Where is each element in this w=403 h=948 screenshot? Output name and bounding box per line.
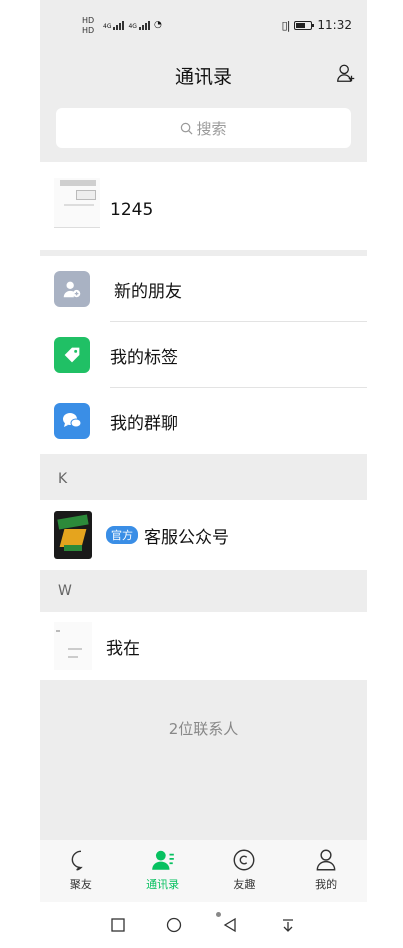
contacts-icon bbox=[151, 850, 174, 870]
back-icon[interactable] bbox=[222, 917, 238, 933]
status-time: 11:32 bbox=[317, 18, 352, 32]
search-icon bbox=[181, 122, 193, 134]
vibrate-icon: ▯| bbox=[281, 18, 291, 32]
my-groups-row[interactable]: 我的群聊 bbox=[40, 388, 367, 454]
status-bar: HD HD 4G 4G ◔ ▯| 11:32 bbox=[40, 0, 367, 52]
contact-name: 我在 bbox=[106, 638, 140, 659]
search-placeholder: 搜索 bbox=[196, 119, 227, 138]
home-icon[interactable] bbox=[166, 917, 182, 933]
tab-chats[interactable]: 聚友 bbox=[40, 840, 122, 902]
tab-label: 聚友 bbox=[69, 878, 92, 891]
avatar bbox=[54, 178, 100, 228]
contact-row-official[interactable]: 官方 客服公众号 bbox=[40, 500, 367, 570]
tab-bar: 聚友 通讯录 友趣 我的 bbox=[40, 840, 367, 902]
my-tags-row[interactable]: 我的标签 bbox=[40, 322, 367, 388]
avatar bbox=[54, 622, 92, 670]
wifi-icon: ◔ bbox=[153, 20, 162, 30]
net1-label: 4G bbox=[103, 23, 112, 30]
section-header-k: K bbox=[40, 458, 367, 500]
tag-icon bbox=[54, 337, 90, 373]
new-friends-label: 新的朋友 bbox=[114, 281, 182, 302]
section-letter: K bbox=[58, 471, 68, 487]
avatar bbox=[54, 511, 92, 559]
system-nav-bar bbox=[40, 902, 367, 948]
section-letter: W bbox=[58, 583, 72, 599]
top-contact-row[interactable]: 1245 bbox=[40, 162, 367, 250]
sim2-label: HD bbox=[82, 26, 95, 35]
discover-icon bbox=[233, 849, 255, 871]
contact-name: 客服公众号 bbox=[144, 527, 229, 548]
contact-count: 2位联系人 bbox=[168, 720, 239, 738]
section-header-w: W bbox=[40, 570, 367, 612]
sim-indicators: HD HD bbox=[82, 17, 94, 35]
official-badge: 官方 bbox=[106, 526, 138, 544]
tab-label: 我的 bbox=[315, 878, 338, 891]
feature-list: 新的朋友 我的标签 我的群聊 bbox=[40, 256, 367, 454]
nav-indicator-dot bbox=[216, 912, 221, 917]
contact-row-wozai[interactable]: 我在 bbox=[40, 612, 367, 680]
net2-label: 4G bbox=[128, 23, 137, 30]
list-footer bbox=[40, 680, 367, 840]
recents-icon[interactable] bbox=[110, 917, 126, 933]
chat-icon bbox=[71, 850, 83, 871]
profile-icon bbox=[316, 849, 336, 871]
my-groups-label: 我的群聊 bbox=[110, 413, 178, 434]
signal-icon: 4G 4G ◔ bbox=[103, 20, 162, 30]
battery-icon bbox=[294, 20, 315, 30]
tab-discover[interactable]: 友趣 bbox=[204, 840, 286, 902]
contact-name: 1245 bbox=[110, 200, 154, 220]
tab-me[interactable]: 我的 bbox=[285, 840, 367, 902]
my-tags-label: 我的标签 bbox=[110, 347, 178, 368]
tab-label: 通讯录 bbox=[146, 878, 180, 891]
tab-label: 友趣 bbox=[233, 878, 256, 891]
notification-pull-icon[interactable] bbox=[280, 917, 296, 933]
new-friends-row[interactable]: 新的朋友 bbox=[40, 256, 367, 322]
sim1-label: HD bbox=[82, 16, 95, 25]
page-title: 通讯录 bbox=[174, 66, 232, 88]
add-contact-icon[interactable] bbox=[335, 62, 357, 84]
new-friend-icon bbox=[54, 271, 90, 307]
group-chat-icon bbox=[54, 403, 90, 439]
tab-contacts[interactable]: 通讯录 bbox=[122, 840, 204, 902]
search-bar[interactable]: 搜索 bbox=[56, 108, 351, 148]
app-screen: HD HD 4G 4G ◔ ▯| 11:32 通讯录 搜索 1245 新的朋友 … bbox=[40, 0, 367, 948]
